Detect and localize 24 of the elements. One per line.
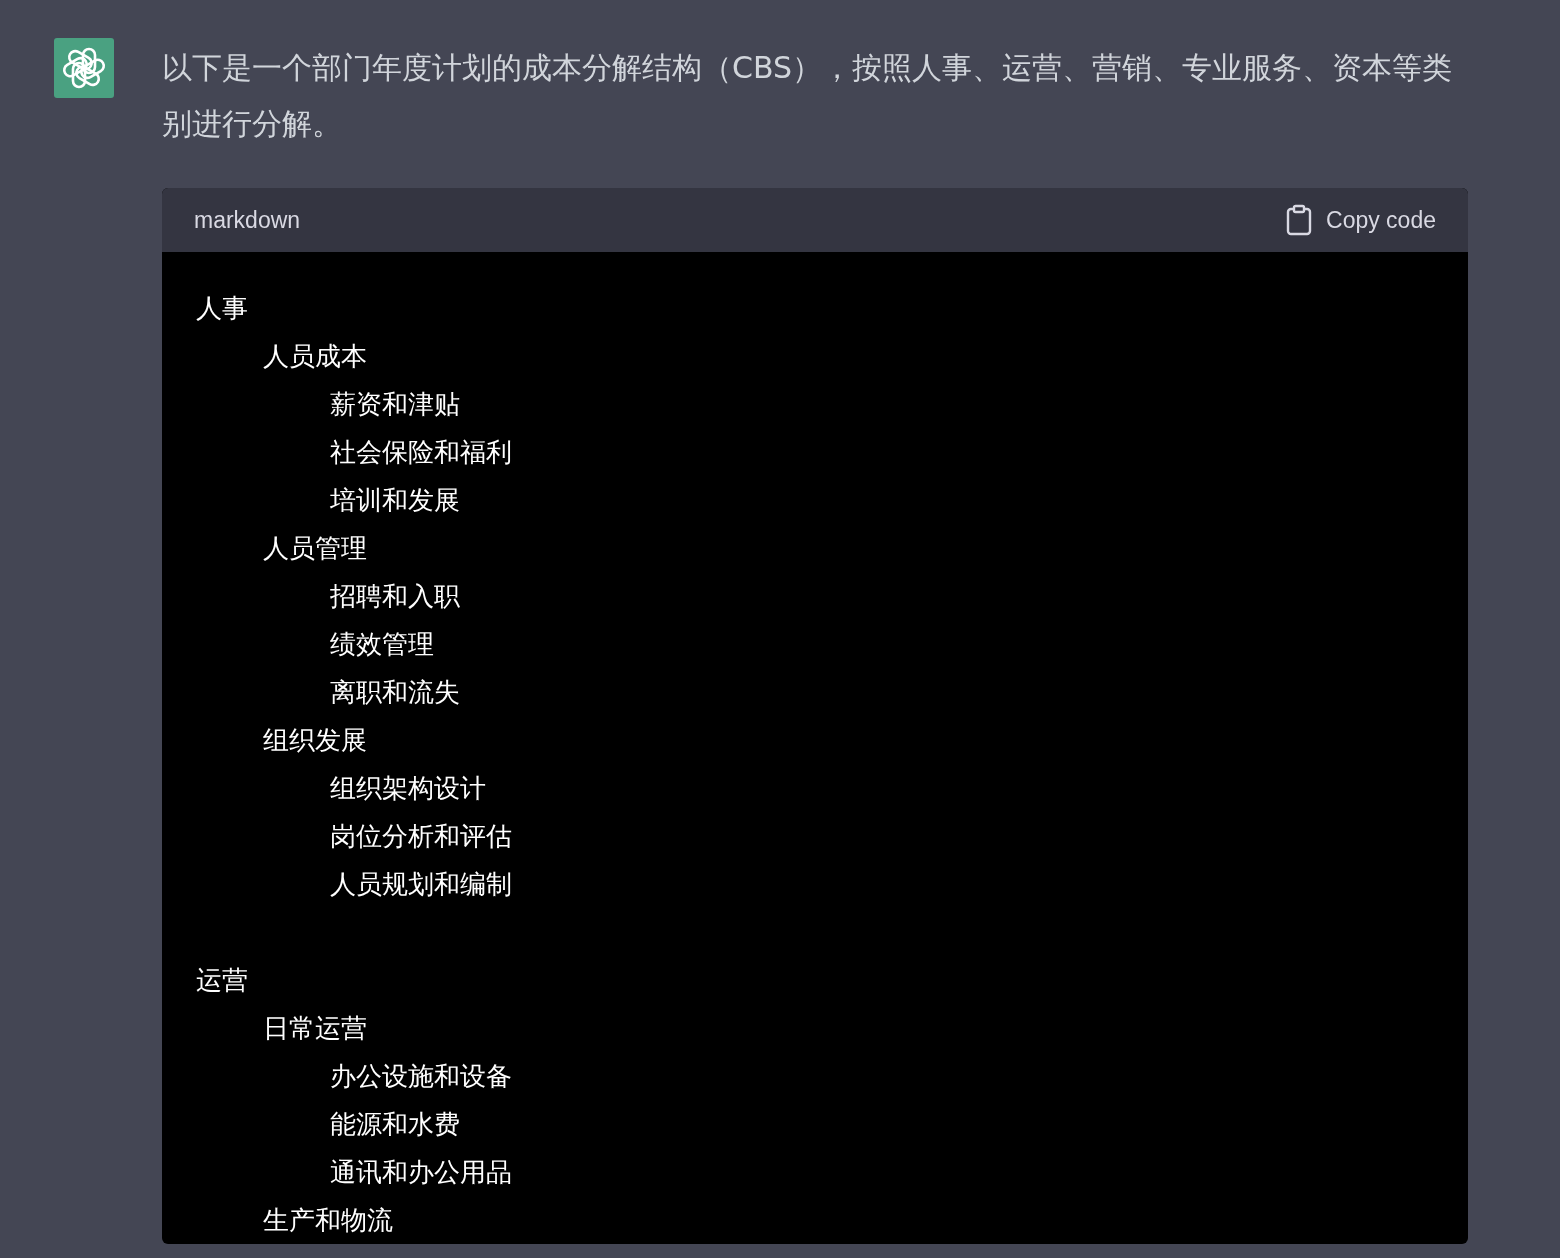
code-line: 人事 [196,292,248,325]
code-line: 通讯和办公用品 [330,1156,512,1189]
code-line: 办公设施和设备 [330,1060,512,1093]
code-line: 离职和流失 [330,676,460,709]
copy-code-button[interactable]: Copy code [1286,204,1436,236]
code-line: 日常运营 [263,1012,367,1045]
code-line: 组织发展 [263,724,367,757]
code-line: 薪资和津贴 [330,388,460,421]
code-line: 组织架构设计 [330,772,486,805]
clipboard-icon [1286,204,1313,236]
code-line: 生产和物流 [263,1204,393,1237]
code-line: 运营 [196,964,248,997]
code-line: 绩效管理 [330,628,434,661]
code-line: 招聘和入职 [330,580,460,613]
code-line: 培训和发展 [330,484,460,517]
code-line: 岗位分析和评估 [330,820,512,853]
message-text: 以下是一个部门年度计划的成本分解结构（CBS），按照人事、运营、营销、专业服务、资本等类别进行分解。 [162,49,1454,143]
code-line: 人员规划和编制 [330,868,512,901]
code-language: markdown [194,206,301,234]
code-line: 人员成本 [263,340,367,373]
code-line: 社会保险和福利 [330,436,512,469]
knot-logo-icon [62,46,106,90]
code-line: 能源和水费 [330,1108,460,1141]
code-line: 人员管理 [263,532,367,565]
